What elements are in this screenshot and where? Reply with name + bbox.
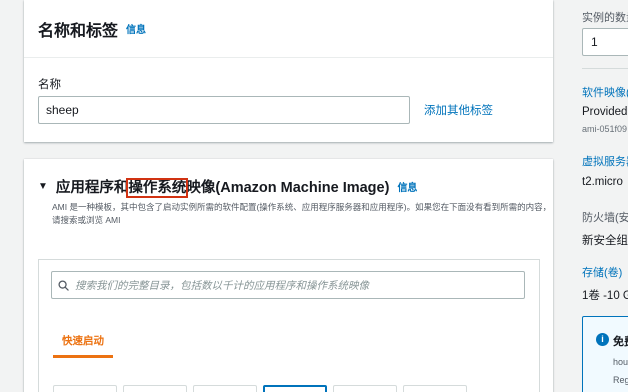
ami-title-after: 映像(Amazon Machine Image) [186,180,390,196]
server-type-link[interactable]: 虚拟服务器 [582,153,628,169]
name-and-tags-panel: 名称和标签 信息 名称 sheep 添加其他标签 [24,0,553,142]
ami-browser-box: 搜索我们的完整目录，包括数以千计的应用程序和操作系统映像 快速启动 [38,259,540,392]
ami-panel-header[interactable]: ▼ 应用程序和操作系统映像(Amazon Machine Image) 信息 [38,176,417,198]
software-image-value: Provided b [582,106,628,118]
instance-count-input[interactable]: 1 [582,28,628,56]
summary-divider [582,68,628,69]
storage-value: 1卷 -10 Gi [582,290,628,302]
ami-title-highlight: 操作系统 [126,178,189,198]
os-tile[interactable] [403,385,467,392]
summary-sidebar: 实例的数量 1 软件映像(A Provided b ami-051f09 虚拟服… [573,0,628,392]
info-icon: i [596,333,609,346]
quickstart-tiles [53,385,467,392]
free-tier-line-2: Reg [613,375,628,385]
name-field-label: 名称 [38,79,61,91]
name-input[interactable]: sheep [38,96,410,124]
os-tile[interactable] [53,385,117,392]
name-panel-header: 名称和标签 信息 [24,0,553,58]
name-panel-title: 名称和标签 [38,22,119,40]
search-placeholder: 搜索我们的完整目录，包括数以千计的应用程序和操作系统映像 [75,279,369,292]
ami-title-before: 应用程序和 [55,180,129,196]
server-type-value: t2.micro [582,176,623,188]
os-tile-selected[interactable] [263,385,327,392]
add-tags-link[interactable]: 添加其他标签 [424,102,493,118]
ami-description: AMI 是一种模板，其中包含了启动实例所需的软件配置(操作系统、应用程序服务器和… [52,202,552,225]
free-tier-title: 免费 [613,336,628,348]
ami-info-link[interactable]: 信息 [397,179,417,194]
ami-panel-title: 应用程序和操作系统映像(Amazon Machine Image) [55,176,390,198]
free-tier-alert: i 免费 hou Reg [582,316,628,392]
search-icon [58,279,69,291]
os-tile[interactable] [193,385,257,392]
instance-count-label: 实例的数量 [582,12,628,24]
software-image-ami-id: ami-051f09 [582,124,628,134]
os-tile[interactable] [333,385,397,392]
free-tier-line-1: hou [613,357,628,367]
os-tile[interactable] [123,385,187,392]
collapse-caret-icon[interactable]: ▼ [38,181,48,192]
tab-quick-start[interactable]: 快速启动 [53,328,113,358]
ami-search-input[interactable]: 搜索我们的完整目录，包括数以千计的应用程序和操作系统映像 [51,271,525,299]
firewall-label: 防火墙(安全 [582,212,628,224]
name-info-link[interactable]: 信息 [126,21,146,36]
storage-link[interactable]: 存储(卷) [582,264,622,280]
firewall-value: 新安全组 [582,235,628,247]
ami-panel: ▼ 应用程序和操作系统映像(Amazon Machine Image) 信息 A… [24,159,553,392]
software-image-link[interactable]: 软件映像(A [582,84,628,100]
